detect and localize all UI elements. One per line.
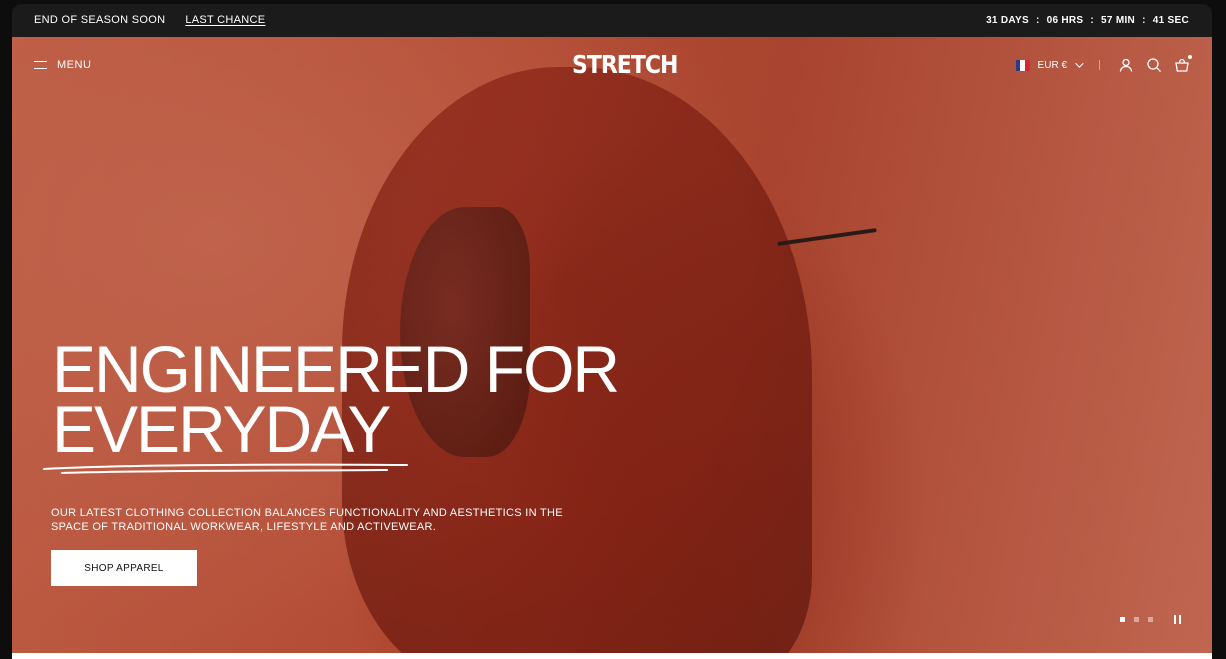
countdown-timer: 31 DAYS : 06 HRS : 57 MIN : 41 SEC	[986, 15, 1189, 26]
search-icon[interactable]	[1146, 57, 1162, 73]
currency-selector[interactable]: EUR €	[1015, 59, 1084, 71]
slide-indicators	[1120, 617, 1153, 622]
content-below-hero	[12, 653, 1212, 659]
header-divider	[1099, 60, 1100, 70]
pause-icon[interactable]	[1174, 615, 1183, 624]
countdown-separator: :	[1142, 15, 1146, 26]
hero-headline: ENGINEERED FOR EVERYDAY	[52, 332, 620, 466]
menu-label: MENU	[57, 59, 92, 71]
menu-icon	[34, 61, 47, 69]
hero-headline-line1: ENGINEERED FOR	[52, 332, 620, 406]
chevron-down-icon	[1075, 59, 1084, 68]
cart-icon[interactable]	[1174, 55, 1192, 73]
announcement-left: END OF SEASON SOON LAST CHANCE	[34, 14, 265, 26]
header-tools: EUR €	[1015, 55, 1192, 73]
slide-dot-1[interactable]	[1120, 617, 1125, 622]
countdown-separator: :	[1035, 15, 1040, 26]
countdown-separator: :	[1090, 15, 1095, 26]
cart-indicator-dot	[1188, 55, 1192, 59]
shop-apparel-button[interactable]: SHOP APPAREL	[51, 550, 197, 586]
countdown-hours: 06 HRS	[1046, 15, 1084, 26]
currency-label: EUR €	[1037, 59, 1067, 71]
slide-dot-2[interactable]	[1134, 617, 1139, 622]
hero-image-drawcord	[777, 228, 877, 246]
slide-dot-3[interactable]	[1148, 617, 1153, 622]
last-chance-link[interactable]: LAST CHANCE	[185, 14, 265, 26]
hero-banner: MENU STRETCH EUR € ENGINEERED FOR EVERYD…	[12, 37, 1212, 653]
brand-logo[interactable]: STRETCH	[572, 51, 678, 80]
menu-button[interactable]: MENU	[34, 59, 91, 71]
flag-france-icon	[1015, 59, 1030, 71]
hero-description: OUR LATEST CLOTHING COLLECTION BALANCES …	[51, 507, 563, 533]
countdown-minutes: 57 MIN	[1101, 15, 1136, 26]
countdown-days: 31 DAYS	[986, 15, 1029, 26]
countdown-seconds: 41 SEC	[1152, 15, 1189, 26]
account-icon[interactable]	[1118, 57, 1134, 73]
announcement-message: END OF SEASON SOON	[34, 14, 166, 26]
announcement-bar: END OF SEASON SOON LAST CHANCE 31 DAYS :…	[12, 4, 1212, 37]
hero-headline-line2: EVERYDAY	[52, 392, 391, 466]
headline-underline-swoosh	[43, 463, 408, 474]
